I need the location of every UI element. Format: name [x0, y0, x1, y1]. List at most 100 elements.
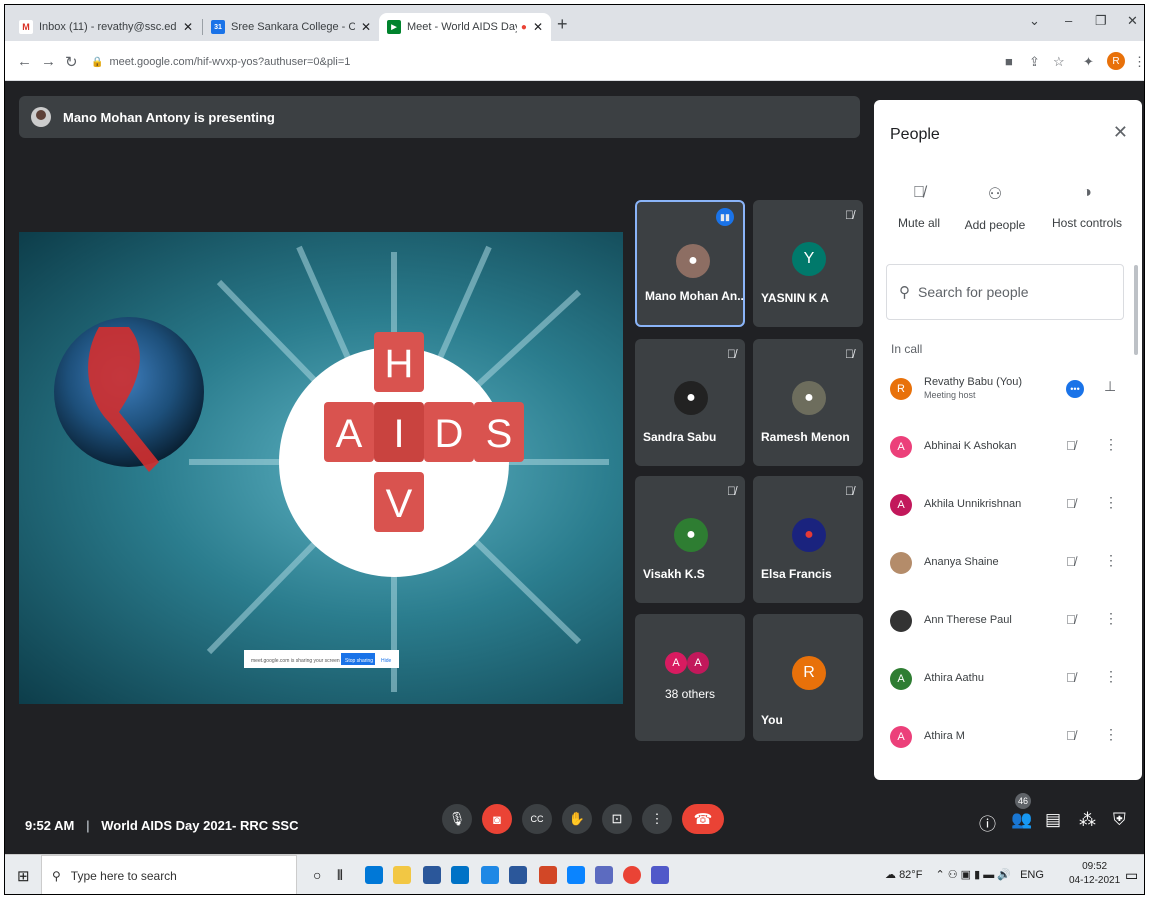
presenting-banner: Mano Mohan Antony is presenting [19, 96, 860, 138]
participant-tile[interactable]: 🎙̸ ● Sandra Sabu [635, 339, 745, 466]
search-people-field[interactable]: ⚲ Search for people [886, 264, 1124, 320]
chat-icon[interactable]: ▤ [1045, 810, 1061, 830]
bookmark-star-icon[interactable]: ☆ [1053, 54, 1065, 70]
tab-calendar[interactable]: 31 Sree Sankara College - Calendar ✕ [203, 13, 379, 41]
kebab-menu-icon[interactable]: ⋮ [1104, 552, 1118, 569]
mic-off-icon[interactable]: 🎙̸ [1066, 496, 1076, 511]
close-window-icon[interactable]: ✕ [1127, 13, 1138, 29]
close-tab-icon[interactable]: ✕ [533, 20, 543, 34]
tab-gmail[interactable]: M Inbox (11) - revathy@ssc.edu.in - ✕ [11, 13, 201, 41]
powerpoint-icon[interactable] [539, 866, 557, 884]
self-tile[interactable]: R You [753, 614, 863, 741]
present-now-button[interactable]: ⊡ [602, 804, 632, 834]
meeting-details-icon[interactable]: ⓘ [979, 810, 996, 835]
panel-scrollbar[interactable] [1134, 265, 1138, 355]
mic-button[interactable]: 🎙 [442, 804, 472, 834]
participant-tile[interactable]: 🎙̸ ● Elsa Francis [753, 476, 863, 603]
close-tab-icon[interactable]: ✕ [361, 20, 371, 34]
host-controls-icon[interactable]: ⛨ [1113, 810, 1126, 830]
meet-icon: ▶ [387, 20, 401, 34]
participant-tile[interactable]: 🎙̸ ● Ramesh Menon [753, 339, 863, 466]
word-icon[interactable] [509, 866, 527, 884]
new-tab-button[interactable]: + [557, 14, 568, 35]
person-add-icon: ⚇ [987, 186, 1003, 203]
participant-row[interactable]: Ananya Shaine 🎙̸ ⋮ [874, 534, 1142, 592]
tab-title: Meet - World AIDS Day 2021 [407, 21, 517, 33]
participant-name: Revathy Babu (You) [924, 376, 1023, 388]
store-icon[interactable] [423, 866, 441, 884]
mail-icon[interactable] [451, 866, 469, 884]
share-icon[interactable]: ⇪ [1029, 54, 1040, 70]
windows-start-icon[interactable]: ⊞ [17, 867, 30, 885]
hide-label[interactable]: Hide [381, 658, 392, 664]
pin-icon[interactable]: ⊥ [1104, 378, 1116, 395]
mic-off-icon[interactable]: 🎙̸ [1066, 670, 1076, 685]
taskbar-clock[interactable]: 09:52 04-12-2021 [1069, 860, 1120, 888]
participant-row[interactable]: A Akhila Unnikrishnan 🎙̸ ⋮ [874, 476, 1142, 534]
host-controls-button[interactable]: ◑ Host controls [1042, 184, 1132, 230]
forward-icon[interactable]: → [41, 53, 56, 70]
restore-icon[interactable]: ❐ [1095, 13, 1107, 29]
back-icon[interactable]: ← [17, 53, 32, 70]
participant-tile[interactable]: ▮▮ ● Mano Mohan An... [635, 200, 745, 327]
kebab-menu-icon[interactable]: ⋮ [1104, 610, 1118, 627]
avatar: A [890, 494, 912, 516]
participant-row[interactable]: A Abhinai K Ashokan 🎙̸ ⋮ [874, 418, 1142, 476]
others-tile[interactable]: A A 38 others [635, 614, 745, 741]
participant-row[interactable]: A Athira M 🎙̸ ⋮ [874, 708, 1142, 766]
zoom-icon[interactable] [567, 866, 585, 884]
raise-hand-button[interactable]: ✋ [562, 804, 592, 834]
participant-row[interactable]: Ann Therese Paul 🎙̸ ⋮ [874, 592, 1142, 650]
tab-meet[interactable]: ▶ Meet - World AIDS Day 2021 ● ✕ [379, 13, 551, 41]
profile-avatar[interactable]: R [1107, 52, 1125, 70]
mic-off-icon[interactable]: 🎙̸ [1066, 554, 1076, 569]
teams-icon[interactable] [651, 866, 669, 884]
app-icon[interactable] [595, 866, 613, 884]
language-indicator[interactable]: ENG [1020, 869, 1044, 881]
mic-off-icon[interactable]: 🎙̸ [1066, 728, 1076, 743]
mic-off-icon[interactable]: 🎙̸ [1066, 612, 1076, 627]
end-call-button[interactable]: ☎ [682, 804, 724, 834]
more-icon[interactable]: ••• [1066, 380, 1084, 398]
participant-tile[interactable]: 🎙̸ Y YASNIN K A [753, 200, 863, 327]
tab-search-icon[interactable]: ⌄ [1029, 13, 1040, 29]
close-tab-icon[interactable]: ✕ [183, 20, 193, 34]
participant-photo: ● [674, 518, 708, 552]
chrome-icon[interactable] [623, 866, 641, 884]
cortana-icon[interactable]: ○ [313, 867, 321, 883]
activities-icon[interactable]: ⁂ [1079, 810, 1096, 830]
kebab-menu-icon[interactable]: ⋮ [1104, 726, 1118, 743]
participant-row[interactable]: A Athira Aathu 🎙̸ ⋮ [874, 650, 1142, 708]
participant-name: Ramesh Menon [761, 430, 850, 444]
weather-temp[interactable]: 82°F [899, 869, 922, 881]
captions-button[interactable]: CC [522, 804, 552, 834]
reload-icon[interactable]: ↻ [65, 53, 78, 71]
minimize-icon[interactable]: – [1065, 13, 1072, 28]
tray-icons[interactable]: ⌃ ⚇ ▣ ▮ ▬ 🔊 [935, 869, 1011, 881]
taskbar-search-box[interactable]: ⚲ Type here to search [41, 855, 297, 894]
camera-icon[interactable]: ■ [1005, 54, 1013, 69]
address-bar[interactable]: 🔒 meet.google.com/hif-wvxp-yos?authuser=… [85, 49, 1015, 75]
mic-off-icon[interactable]: 🎙̸ [1066, 438, 1076, 453]
extensions-icon[interactable]: ✦ [1083, 54, 1094, 70]
app-icon[interactable] [481, 866, 499, 884]
camera-off-button[interactable]: ◙ [482, 804, 512, 834]
participant-photo: ● [674, 381, 708, 415]
recording-icon: ● [520, 21, 527, 33]
participant-row[interactable]: R Revathy Babu (You) Meeting host ••• ⊥ [874, 360, 1142, 418]
add-people-button[interactable]: ⚇ Add people [950, 184, 1040, 232]
participant-tile[interactable]: 🎙̸ ● Visakh K.S [635, 476, 745, 603]
file-explorer-icon[interactable] [393, 866, 411, 884]
task-view-icon[interactable]: ⫴ [337, 867, 343, 884]
notification-icon[interactable]: ▭ [1125, 867, 1138, 884]
kebab-menu-icon[interactable]: ⋮ [1104, 436, 1118, 453]
kebab-menu-icon[interactable]: ⋮ [1104, 668, 1118, 685]
edge-icon[interactable] [365, 866, 383, 884]
more-options-button[interactable]: ⋮ [642, 804, 672, 834]
menu-kebab-icon[interactable]: ⋮ [1133, 54, 1144, 70]
close-panel-icon[interactable]: ✕ [1113, 122, 1128, 143]
people-icon[interactable]: 👥 [1011, 810, 1032, 830]
lock-icon: 🔒 [91, 56, 104, 68]
kebab-menu-icon[interactable]: ⋮ [1104, 494, 1118, 511]
avatar: A [890, 726, 912, 748]
